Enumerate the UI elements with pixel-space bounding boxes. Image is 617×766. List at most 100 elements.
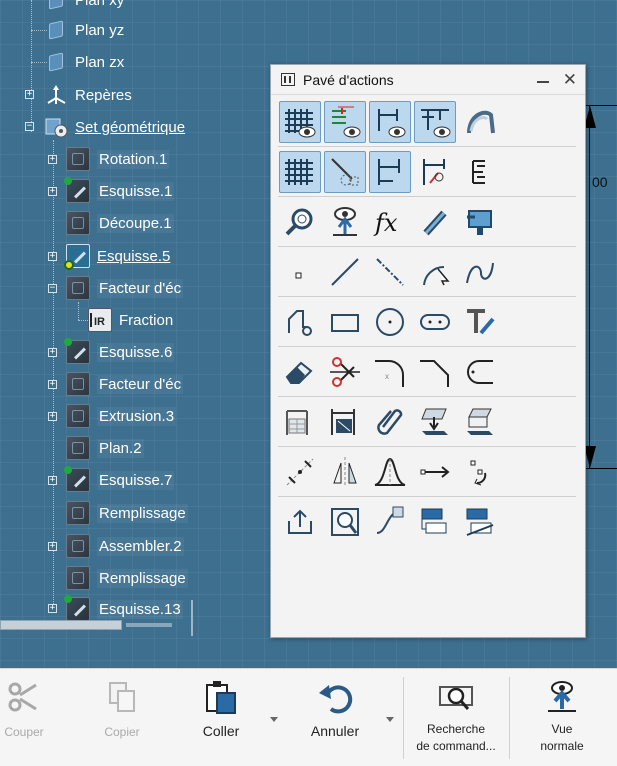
tool-button[interactable] [414,201,456,243]
splitter[interactable] [191,600,193,636]
normal-view-button[interactable] [324,201,366,243]
trim-button[interactable] [324,351,366,393]
inspect-button[interactable] [279,201,321,243]
corner-button[interactable]: x [369,351,411,393]
arc-button[interactable] [414,251,456,293]
text-button[interactable] [459,301,501,343]
clip-button[interactable] [369,401,411,443]
action-pad-titlebar[interactable]: Pavé d'actions ✕ [271,65,585,95]
expand-toggle[interactable]: + [48,476,57,485]
expand-toggle[interactable]: + [48,155,57,164]
expand-toggle[interactable]: + [48,604,57,613]
tree-item-set-geometrique[interactable]: Set géométrique [44,114,185,140]
expand-button[interactable] [459,151,501,193]
dimension-view-button[interactable] [369,101,411,143]
geometry-view-button[interactable] [414,101,456,143]
dimensional-constraint-button[interactable] [369,151,411,193]
output-feature-button[interactable] [414,501,456,543]
constraint-view-button[interactable] [324,101,366,143]
project-down-button[interactable] [414,401,456,443]
connect-button[interactable] [459,351,501,393]
construction-element-button[interactable] [324,151,366,193]
grid-snap-button[interactable] [279,151,321,193]
spline-button[interactable] [459,251,501,293]
paste-dropdown-icon[interactable] [270,717,278,722]
tree-item-esquisse-6[interactable]: Esquisse.6 [64,338,175,365]
copy-button[interactable]: Copier [96,669,148,766]
paste-button[interactable]: Coller [194,669,248,766]
mirror-button[interactable] [324,451,366,493]
formula-button[interactable]: fx [369,201,411,243]
tree-item-fraction[interactable]: IR Fraction [88,307,173,333]
dimension-value[interactable]: 00 [592,174,608,190]
collapse-toggle[interactable]: − [48,284,57,293]
tree-item-plan-zx[interactable]: Plan zx [44,49,124,75]
tree-item-esquisse-7[interactable]: Esquisse.7 [64,466,175,493]
tree-item-assembler-2[interactable]: Assembler.2 [66,533,184,559]
expand-toggle[interactable]: + [48,542,57,551]
collapse-toggle[interactable]: − [25,122,34,131]
export-button[interactable] [279,501,321,543]
minimize-icon[interactable] [536,80,549,83]
dimension-table-button[interactable] [279,401,321,443]
tree-item-facteur-echelle[interactable]: Facteur d'éc [66,275,184,301]
tree-item-remplissage[interactable]: Remplissage [66,500,188,526]
fix-dimension-button[interactable] [324,401,366,443]
constraint-dialog-button[interactable] [414,151,456,193]
eraser-icon [285,361,313,384]
cut-button[interactable]: Couper [0,669,48,766]
tree-item-reperes[interactable]: Repères [44,82,132,108]
profile-button[interactable] [279,301,321,343]
circle-button[interactable] [369,301,411,343]
tree-item-facteur-echelle-2[interactable]: Facteur d'éc [66,371,184,397]
line-button[interactable] [324,251,366,293]
tree-item-plan-yz[interactable]: Plan yz [44,17,124,43]
tree-horizontal-scrollbar[interactable] [0,620,122,630]
tree-item-remplissage-2[interactable]: Remplissage [66,565,188,591]
tree-item-esquisse-13[interactable]: Esquisse.13 [64,595,183,622]
dimension-line[interactable] [589,106,590,468]
pad-row-visualization [279,100,504,144]
oblong-button[interactable] [414,301,456,343]
point-button[interactable] [279,251,321,293]
axis-button[interactable] [369,251,411,293]
geometry-view-icon [421,109,451,138]
tree-item-rotation-1[interactable]: Rotation.1 [66,146,170,172]
tree-item-plan-2[interactable]: Plan.2 [66,435,144,461]
spline-icon [466,262,494,284]
translate-button[interactable] [414,451,456,493]
expand-toggle[interactable]: + [48,187,57,196]
sweep-button[interactable] [369,501,411,543]
grid-view-button[interactable] [279,101,321,143]
symmetry-center-button[interactable] [279,451,321,493]
axis-system-icon [44,83,68,107]
undo-button[interactable]: Annuler [304,669,366,766]
bell-curve-button[interactable] [369,451,411,493]
output-feature-2-button[interactable] [459,501,501,543]
expand-toggle[interactable]: + [48,380,57,389]
search-sketch-button[interactable] [324,501,366,543]
command-search-button[interactable]: Recherche de command... [406,669,506,766]
rectangle-button[interactable] [324,301,366,343]
tree-item-decoupe-1[interactable]: Découpe.1 [66,210,174,236]
rotate-button[interactable] [459,451,501,493]
intersect-button[interactable] [459,401,501,443]
close-icon[interactable]: ✕ [563,71,577,88]
normal-view-toolbar-button[interactable]: Vue normale [520,669,604,766]
expand-toggle[interactable]: + [25,90,34,99]
project-button[interactable] [459,201,501,243]
export-icon [288,509,312,534]
undo-dropdown-icon[interactable] [386,717,394,722]
expand-toggle[interactable]: + [48,412,57,421]
expand-toggle[interactable]: + [48,348,57,357]
sketch-analysis-button[interactable] [459,101,501,143]
tree-item-plan-xy[interactable]: Plan xy [44,0,124,13]
eraser-button[interactable] [279,351,321,393]
expand-toggle[interactable]: + [48,252,57,261]
copy-label: Copier [104,725,140,739]
chamfer-button[interactable] [414,351,456,393]
tree-item-extrusion-3[interactable]: Extrusion.3 [66,403,177,429]
corner-icon: x [375,360,404,387]
tree-item-esquisse-1[interactable]: Esquisse.1 [64,177,175,204]
tree-item-esquisse-5[interactable]: Esquisse.5 [64,243,170,270]
